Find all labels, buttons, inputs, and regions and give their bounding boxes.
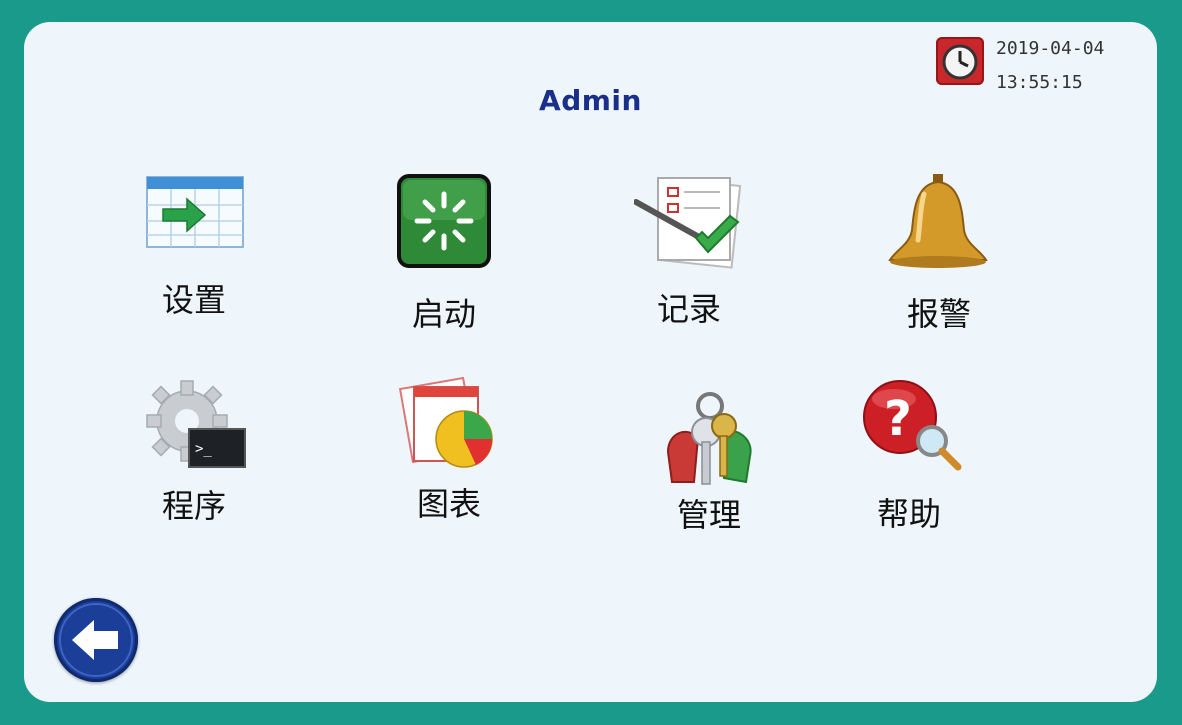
menu-item-manage[interactable]: 管理 <box>629 392 779 562</box>
svg-text:>_: >_ <box>195 441 212 457</box>
checklist-pen-icon <box>633 172 744 272</box>
menu-label-help: 帮助 <box>876 495 941 533</box>
back-arrow-icon <box>59 603 133 677</box>
keys-icon <box>654 392 764 492</box>
menu-label-records: 记录 <box>656 290 721 328</box>
menu-item-help[interactable]: ? 帮助 <box>829 377 979 547</box>
clock-icon <box>936 37 984 85</box>
back-button[interactable] <box>54 598 138 682</box>
menu-label-start: 启动 <box>411 295 476 333</box>
menu-item-records[interactable]: 记录 <box>609 172 759 342</box>
menu-item-chart[interactable]: 图表 <box>369 376 519 547</box>
date-text: 2019-04-04 <box>996 38 1105 59</box>
menu-label-program: 程序 <box>161 487 226 525</box>
bell-icon <box>884 174 994 274</box>
page-title: Admin <box>539 84 642 117</box>
help-magnifier-icon: ? <box>854 377 964 477</box>
menu-item-start[interactable]: 启动 <box>364 174 514 344</box>
menu-label-manage: 管理 <box>676 496 741 534</box>
main-panel: 2019-04-04 13:55:15 Admin 设置 启动 记录 报警 >_… <box>24 22 1157 702</box>
start-spinner-icon <box>389 174 499 274</box>
menu-item-alarm[interactable]: 报警 <box>859 174 1009 344</box>
menu-label-settings: 设置 <box>161 281 226 319</box>
gear-terminal-icon: >_ <box>139 377 249 477</box>
menu-item-program[interactable]: >_ 程序 <box>114 377 264 547</box>
pie-chart-icon <box>394 376 504 477</box>
menu-item-settings[interactable]: 设置 <box>114 167 264 337</box>
calendar-arrow-icon <box>139 167 249 267</box>
menu-label-alarm: 报警 <box>906 295 971 333</box>
menu-label-chart: 图表 <box>416 485 481 523</box>
svg-text:?: ? <box>884 391 912 447</box>
